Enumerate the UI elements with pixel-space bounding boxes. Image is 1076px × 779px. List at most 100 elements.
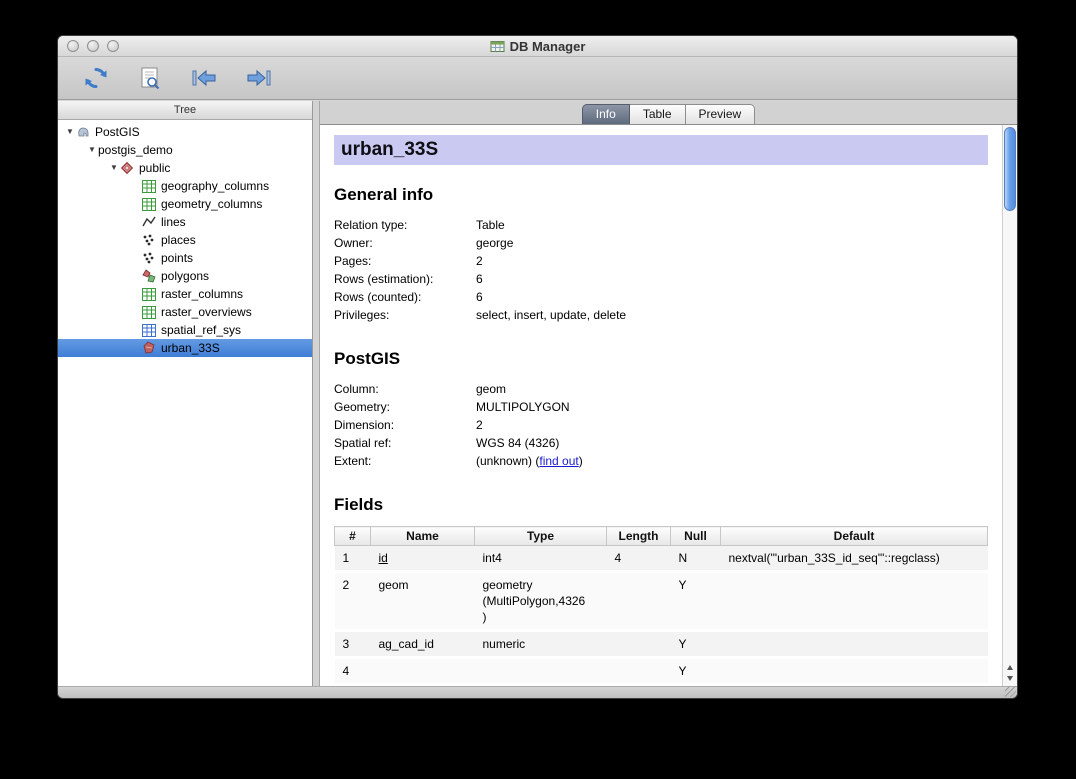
titlebar[interactable]: DB Manager [58, 36, 1017, 57]
tree-item-lines[interactable]: lines [58, 213, 312, 231]
tree-item-label: spatial_ref_sys [161, 323, 245, 337]
disclosure-triangle-icon[interactable]: ▼ [86, 141, 98, 159]
vertical-scrollbar[interactable] [1002, 125, 1017, 686]
info-label: Dimension: [334, 416, 476, 434]
scrollbar-thumb[interactable] [1004, 127, 1016, 211]
panel-splitter[interactable] [313, 101, 320, 686]
field-length-cell: 4 [607, 546, 671, 572]
tree-item-raster_overviews[interactable]: raster_overviews [58, 303, 312, 321]
tab-table[interactable]: Table [630, 104, 686, 124]
field-name-cell [371, 658, 475, 685]
tree-item-raster_columns[interactable]: raster_columns [58, 285, 312, 303]
info-row: Rows (estimation):6 [334, 270, 626, 288]
info-row: Spatial ref:WGS 84 (4326) [334, 434, 583, 452]
tree-item-public[interactable]: ▼ public [58, 159, 312, 177]
scroll-up-arrow-icon[interactable] [1003, 662, 1017, 673]
fields-header-type: Type [475, 527, 607, 546]
tree-item-geometry_columns[interactable]: geometry_columns [58, 195, 312, 213]
db-manager-window: DB Manager [57, 35, 1018, 699]
field-type-text: numeric [483, 636, 526, 652]
toolbar [58, 57, 1017, 100]
tree-item-geography_columns[interactable]: geography_columns [58, 177, 312, 195]
table-blue-icon [142, 323, 157, 337]
tree-item-label: public [139, 161, 174, 175]
resize-grip[interactable] [1005, 686, 1016, 697]
field-type-cell [475, 658, 607, 685]
info-value-text: 6 [476, 272, 483, 286]
info-label: Extent: [334, 452, 476, 470]
info-value: select, insert, update, delete [476, 306, 626, 324]
info-label: Pages: [334, 252, 476, 270]
field-null-cell: Y [671, 572, 721, 631]
tab-info[interactable]: Info [582, 104, 630, 124]
info-label: Owner: [334, 234, 476, 252]
tree-item-postgis_demo[interactable]: ▼postgis_demo [58, 141, 312, 159]
field-num-text: 1 [343, 551, 350, 565]
scroll-down-arrow-icon[interactable] [1003, 673, 1017, 684]
field-num-cell: 3 [335, 631, 371, 658]
refresh-button[interactable] [80, 62, 112, 94]
field-type-cell: geometry (MultiPolygon,4326) [475, 572, 607, 631]
refresh-icon [83, 65, 109, 91]
field-num-cell: 4 [335, 658, 371, 685]
info-value-text: 6 [476, 290, 483, 304]
field-name-text: ag_cad_id [379, 637, 434, 651]
info-label: Spatial ref: [334, 434, 476, 452]
fields-header-length: Length [607, 527, 671, 546]
polygons-icon [142, 269, 157, 283]
info-value-text: Table [476, 218, 505, 232]
field-name-text: geom [379, 578, 409, 592]
tree-item-polygons[interactable]: polygons [58, 267, 312, 285]
export-button[interactable] [242, 62, 274, 94]
find-out-link[interactable]: find out [539, 454, 578, 468]
scrollbar-arrows [1003, 662, 1017, 684]
tree-item-points[interactable]: points [58, 249, 312, 267]
field-num-cell: 1 [335, 546, 371, 572]
export-icon [245, 67, 272, 89]
disclosure-triangle-icon[interactable]: ▼ [108, 159, 120, 177]
fields-row-1: 1idint44Nnextval('"urban_33S_id_seq"'::r… [335, 546, 988, 572]
info-value-text: WGS 84 (4326) [476, 436, 559, 450]
field-default-cell [721, 572, 988, 631]
tree-item-label: lines [161, 215, 190, 229]
field-name-cell: ag_cad_id [371, 631, 475, 658]
field-num-text: 4 [343, 664, 350, 678]
tree-item-places[interactable]: places [58, 231, 312, 249]
info-value: 2 [476, 416, 583, 434]
fields-heading: Fields [334, 495, 988, 515]
tree-item-PostGIS[interactable]: ▼ PostGIS [58, 123, 312, 141]
sql-window-button[interactable] [134, 62, 166, 94]
info-value: 6 [476, 288, 626, 306]
minimize-button[interactable] [87, 40, 99, 52]
field-default-cell: nextval('"urban_33S_id_seq"'::regclass) [721, 546, 988, 572]
tree-item-urban_33S[interactable]: urban_33S [58, 339, 312, 357]
table-green-icon [142, 305, 157, 319]
field-type-cell: numeric [475, 631, 607, 658]
import-button[interactable] [188, 62, 220, 94]
field-type-text: geometry (MultiPolygon,4326) [483, 577, 587, 625]
info-label: Column: [334, 380, 476, 398]
fields-header-null: Null [671, 527, 721, 546]
lines-icon [142, 215, 157, 229]
tab-preview[interactable]: Preview [686, 104, 756, 124]
table-title: urban_33S [341, 139, 438, 160]
tree-item-label: polygons [161, 269, 213, 283]
close-button[interactable] [67, 40, 79, 52]
table-green-icon [142, 287, 157, 301]
tree-item-spatial_ref_sys[interactable]: spatial_ref_sys [58, 321, 312, 339]
window-bottom-bar [58, 686, 1017, 698]
info-value: george [476, 234, 626, 252]
table-green-icon [142, 197, 157, 211]
tree-panel: Tree ▼PostGIS▼postgis_demo▼publicgeograp… [58, 101, 313, 686]
table-title-band: urban_33S [334, 135, 988, 165]
info-row: Geometry:MULTIPOLYGON [334, 398, 583, 416]
field-default-text: nextval('"urban_33S_id_seq"'::regclass) [729, 550, 940, 566]
fields-header-row: #NameTypeLengthNullDefault [335, 527, 988, 546]
field-null-text: N [679, 551, 688, 565]
info-value: Table [476, 216, 626, 234]
zoom-button[interactable] [107, 40, 119, 52]
disclosure-triangle-icon[interactable]: ▼ [64, 123, 76, 141]
field-name-cell: geom [371, 572, 475, 631]
tree-item-label: PostGIS [95, 125, 144, 139]
info-label: Relation type: [334, 216, 476, 234]
